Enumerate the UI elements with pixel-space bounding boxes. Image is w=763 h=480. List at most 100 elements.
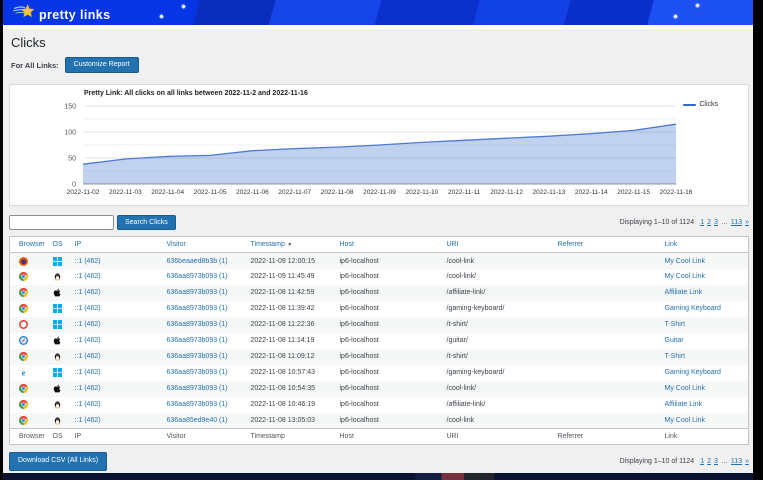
search-input[interactable] (9, 215, 114, 230)
desktop-taskbar-strip (3, 473, 753, 480)
link-link[interactable]: My Cool Link (665, 385, 705, 392)
column-header-referrer[interactable]: Referrer (549, 237, 656, 253)
ip-link[interactable]: ::1 (462) (75, 369, 101, 376)
cell-ip: ::1 (462) (66, 301, 158, 317)
ip-link[interactable]: ::1 (462) (75, 401, 101, 408)
link-link[interactable]: My Cool Link (665, 273, 705, 280)
chart-legend: Clicks (683, 101, 718, 108)
svg-text:2022-11-15: 2022-11-15 (617, 189, 650, 196)
click-row: ::1 (462) 636aa8973b093 (1) 2022-11-09 11:… (10, 269, 749, 285)
cell-visitor: 636beaaed8b3b (1) (158, 253, 242, 269)
cell-host: ip6-localhost (331, 365, 438, 381)
cell-timestamp: 2022-11-08 10:46:19 (242, 397, 331, 413)
footer-column-link[interactable]: Link (656, 429, 749, 445)
visitor-link[interactable]: 636aa8973b093 (1) (167, 369, 228, 376)
ip-link[interactable]: ::1 (462) (75, 385, 101, 392)
sparkle-decoration (673, 14, 677, 18)
cell-timestamp: 2022-11-09 12:00:15 (242, 253, 331, 269)
chrome-icon (19, 384, 28, 393)
visitor-link[interactable]: 636aa8973b093 (1) (167, 337, 228, 344)
pagination-summary: Displaying 1–10 of 1124 (620, 458, 695, 465)
visitor-link[interactable]: 636aa8973b093 (1) (167, 305, 228, 312)
footer-column-os[interactable]: OS (44, 429, 66, 445)
ip-link[interactable]: ::1 (462) (75, 321, 101, 328)
visitor-link[interactable]: 636aa8973b093 (1) (167, 289, 228, 296)
pretty-links-logo[interactable]: pretty links (13, 3, 111, 26)
footer-column-browser[interactable]: Browser (10, 429, 44, 445)
visitor-link[interactable]: 636aa8973b093 (1) (167, 273, 228, 280)
visitor-link[interactable]: 636aa8973b093 (1) (167, 353, 228, 360)
cell-ip: ::1 (462) (66, 253, 158, 269)
pagination-next-link[interactable]: » (745, 219, 749, 226)
cell-ip: ::1 (462) (66, 413, 158, 429)
pagination-page-2[interactable]: 2 (707, 458, 711, 465)
ip-link[interactable]: ::1 (462) (75, 417, 101, 424)
pagination-page-1[interactable]: 1 (700, 458, 704, 465)
column-header-timestamp[interactable]: Timestamp ▼ (242, 237, 331, 253)
link-link[interactable]: T-Shirt (665, 321, 686, 328)
column-header-link[interactable]: Link (656, 237, 749, 253)
link-link[interactable]: My Cool Link (665, 417, 705, 424)
ip-link[interactable]: ::1 (462) (75, 353, 101, 360)
sparkle-decoration (159, 14, 163, 18)
cell-os (44, 269, 66, 285)
pagination-page-3[interactable]: 3 (714, 458, 718, 465)
footer-column-uri[interactable]: URI (438, 429, 549, 445)
cell-browser (10, 413, 44, 429)
link-link[interactable]: Gaming Keyboard (665, 369, 721, 376)
ip-link[interactable]: ::1 (462) (75, 305, 101, 312)
visitor-link[interactable]: 636aa8973b093 (1) (167, 401, 228, 408)
link-link[interactable]: Affiliate Link (665, 289, 703, 296)
cell-visitor: 636aa8973b093 (1) (158, 381, 242, 397)
footer-column-host[interactable]: Host (331, 429, 438, 445)
linux-icon (53, 416, 62, 425)
svg-text:100: 100 (64, 130, 76, 137)
footer-column-visitor[interactable]: Visitor (158, 429, 242, 445)
sparkle-decoration (181, 4, 185, 8)
pagination-page-113[interactable]: 113 (731, 219, 742, 226)
link-link[interactable]: Guitar (665, 337, 684, 344)
pagination-page-3[interactable]: 3 (714, 219, 718, 226)
pagination-top: Displaying 1–10 of 1124123…113» (620, 219, 749, 226)
ip-link[interactable]: ::1 (462) (75, 337, 101, 344)
cell-os (44, 365, 66, 381)
visitor-link[interactable]: 636beaaed8b3b (1) (167, 258, 228, 265)
link-link[interactable]: Affiliate Link (665, 401, 703, 408)
ip-link[interactable]: ::1 (462) (75, 258, 101, 265)
column-header-uri[interactable]: URI (438, 237, 549, 253)
visitor-link[interactable]: 636aa85ed9e40 (1) (167, 417, 228, 424)
cell-host: ip6-localhost (331, 269, 438, 285)
footer-column-timestamp[interactable]: Timestamp (242, 429, 331, 445)
cell-browser (10, 349, 44, 365)
pagination-page-1[interactable]: 1 (700, 219, 704, 226)
visitor-link[interactable]: 636aa8973b093 (1) (167, 321, 228, 328)
clicks-table: BrowserOSIPVisitorTimestamp ▼HostURIRefe… (9, 236, 749, 445)
download-csv-button[interactable]: Download CSV (All Links) (9, 452, 107, 470)
column-header-host[interactable]: Host (331, 237, 438, 253)
visitor-link[interactable]: 636aa8973b093 (1) (167, 385, 228, 392)
search-clicks-button[interactable]: Search Clicks (117, 215, 176, 230)
cell-link: Guitar (656, 333, 749, 349)
cell-os (44, 317, 66, 333)
pagination-next-link[interactable]: » (745, 458, 749, 465)
pagination-page-2[interactable]: 2 (707, 219, 711, 226)
logo-star-icon (13, 3, 35, 26)
footer-column-referrer[interactable]: Referrer (549, 429, 656, 445)
click-row: ::1 (462) 636aa8973b093 (1) 2022-11-08 11:… (10, 317, 749, 333)
link-link[interactable]: My Cool Link (665, 258, 705, 265)
ip-link[interactable]: ::1 (462) (75, 289, 101, 296)
column-header-browser[interactable]: Browser (10, 237, 44, 253)
legend-label: Clicks (699, 101, 718, 108)
customize-report-button[interactable]: Customize Report (65, 57, 139, 73)
pagination-page-113[interactable]: 113 (731, 458, 742, 465)
ip-link[interactable]: ::1 (462) (75, 273, 101, 280)
column-header-os[interactable]: OS (44, 237, 66, 253)
link-link[interactable]: T-Shirt (665, 353, 686, 360)
column-header-visitor[interactable]: Visitor (158, 237, 242, 253)
link-link[interactable]: Gaming Keyboard (665, 305, 721, 312)
cell-uri: /gaming-keyboard/ (438, 301, 549, 317)
cell-timestamp: 2022-11-09 11:45:49 (242, 269, 331, 285)
column-header-ip[interactable]: IP (66, 237, 158, 253)
cell-timestamp: 2022-11-08 11:22:36 (242, 317, 331, 333)
footer-column-ip[interactable]: IP (66, 429, 158, 445)
